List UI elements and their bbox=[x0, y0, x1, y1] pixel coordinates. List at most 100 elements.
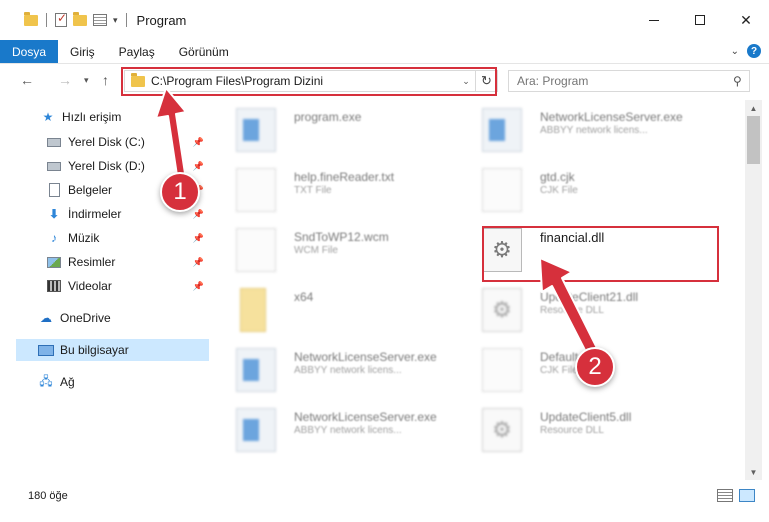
file-type: CJK File bbox=[540, 185, 578, 196]
dll-gear-icon: ⚙ bbox=[482, 408, 522, 452]
tab-share[interactable]: Paylaş bbox=[107, 40, 167, 63]
page-icon bbox=[236, 228, 276, 272]
drive-icon bbox=[46, 158, 62, 174]
tab-file[interactable]: Dosya bbox=[0, 40, 58, 63]
folder-icon bbox=[240, 288, 266, 332]
sidebar-item-label: Hızlı erişim bbox=[62, 110, 122, 124]
sidebar-item-network[interactable]: 🖧 Ağ bbox=[38, 371, 210, 393]
sidebar-item-label: İndirmeler bbox=[68, 207, 122, 221]
pin-icon: 📌 bbox=[192, 160, 204, 171]
dll-gear-icon: ⚙ bbox=[482, 288, 522, 332]
scroll-down-arrow-icon[interactable]: ▼ bbox=[745, 464, 762, 480]
vertical-scrollbar[interactable]: ▲ ▼ bbox=[745, 100, 762, 480]
forward-arrow-icon[interactable]: → bbox=[58, 72, 72, 88]
tab-view[interactable]: Görünüm bbox=[167, 40, 241, 63]
document-icon bbox=[46, 182, 62, 198]
step-2-badge: 2 bbox=[575, 347, 615, 387]
sidebar-item-label: Resimler bbox=[68, 255, 116, 269]
expand-ribbon-chevron-icon[interactable]: ⌄ bbox=[731, 46, 739, 57]
file-item[interactable]: help.fineReader.txt TXT File bbox=[214, 160, 454, 216]
sidebar-item-videos[interactable]: Videolar 📌 bbox=[46, 275, 210, 297]
toolbar-divider bbox=[46, 13, 47, 27]
program-icon bbox=[236, 108, 276, 152]
file-item[interactable]: x64 bbox=[214, 280, 454, 336]
sidebar-item-this-pc[interactable]: Bu bilgisayar bbox=[16, 339, 209, 361]
search-input[interactable] bbox=[517, 74, 733, 88]
back-arrow-icon[interactable]: ← bbox=[20, 72, 34, 88]
properties-check-icon[interactable] bbox=[55, 11, 67, 27]
file-type: Resource DLL bbox=[540, 305, 604, 316]
sidebar-item-quick-access[interactable]: ★ Hızlı erişim bbox=[40, 106, 210, 128]
close-button[interactable]: ✕ bbox=[723, 0, 769, 40]
file-type: TXT File bbox=[294, 185, 332, 196]
sidebar-item-pictures[interactable]: Resimler 📌 bbox=[46, 251, 210, 273]
customize-toolbar-chevron-icon[interactable]: ▾ bbox=[113, 15, 118, 26]
file-item[interactable]: NetworkLicenseServer.exe ABBYY network l… bbox=[214, 340, 454, 396]
file-type: Resource DLL bbox=[540, 425, 604, 436]
file-type: ABBYY network licens... bbox=[294, 425, 402, 436]
minimize-button[interactable] bbox=[631, 0, 677, 40]
file-name: x64 bbox=[294, 290, 314, 304]
file-item[interactable]: NetworkLicenseServer.exe ABBYY network l… bbox=[460, 100, 700, 156]
tab-home[interactable]: Giriş bbox=[58, 40, 107, 63]
recent-locations-chevron-icon[interactable]: ▾ bbox=[84, 75, 89, 86]
page-icon bbox=[482, 348, 522, 392]
pin-icon: 📌 bbox=[192, 136, 204, 147]
file-item[interactable]: ⚙ UpdateClient5.dll Resource DLL bbox=[460, 400, 700, 456]
file-name: NetworkLicenseServer.exe bbox=[294, 350, 437, 364]
sidebar-item-onedrive[interactable]: ☁ OneDrive bbox=[38, 307, 210, 329]
drive-icon bbox=[46, 134, 62, 150]
sidebar-item-label: Yerel Disk (D:) bbox=[68, 159, 145, 173]
navigation-pane: ★ Hızlı erişim Yerel Disk (C:) 📌 Yerel D… bbox=[0, 100, 212, 480]
close-icon: ✕ bbox=[740, 11, 752, 28]
pin-icon: 📌 bbox=[192, 256, 204, 267]
file-name: NetworkLicenseServer.exe bbox=[540, 110, 683, 124]
item-count: 180 öğe bbox=[28, 490, 68, 502]
pin-icon: 📌 bbox=[192, 232, 204, 243]
music-icon: ♪ bbox=[51, 231, 57, 245]
pin-icon: 📌 bbox=[192, 208, 204, 219]
help-icon[interactable]: ? bbox=[747, 44, 761, 58]
file-name: gtd.cjk bbox=[540, 170, 575, 184]
file-name: NetworkLicenseServer.exe bbox=[294, 410, 437, 424]
details-view-icon[interactable] bbox=[717, 489, 733, 502]
download-icon: ⬇ bbox=[48, 207, 60, 221]
file-name: help.fineReader.txt bbox=[294, 170, 395, 184]
file-item[interactable]: gtd.cjk CJK File bbox=[460, 160, 700, 216]
app-icon bbox=[236, 348, 276, 392]
sidebar-item-music[interactable]: ♪ Müzik 📌 bbox=[46, 227, 210, 249]
file-item[interactable]: program.exe bbox=[214, 100, 454, 156]
file-type: ABBYY network licens... bbox=[540, 125, 648, 136]
search-icon[interactable]: ⚲ bbox=[733, 74, 749, 88]
cloud-icon: ☁ bbox=[40, 311, 52, 325]
scroll-thumb[interactable] bbox=[747, 116, 760, 164]
file-item[interactable]: NetworkLicenseServer.exe ABBYY network l… bbox=[214, 400, 454, 456]
file-name: SndToWP12.wcm bbox=[294, 230, 389, 244]
maximize-button[interactable] bbox=[677, 0, 723, 40]
file-type: ABBYY network licens... bbox=[294, 365, 402, 376]
sidebar-item-local-disk-c[interactable]: Yerel Disk (C:) 📌 bbox=[46, 131, 210, 153]
large-icons-view-icon[interactable] bbox=[739, 489, 755, 502]
maximize-icon bbox=[695, 15, 705, 25]
sidebar-item-label: Bu bilgisayar bbox=[60, 343, 129, 357]
search-box[interactable]: ⚲ bbox=[508, 70, 750, 92]
sidebar-item-label: Ağ bbox=[60, 375, 75, 389]
sidebar-item-label: Yerel Disk (C:) bbox=[68, 135, 145, 149]
pin-icon: 📌 bbox=[192, 280, 204, 291]
scroll-up-arrow-icon[interactable]: ▲ bbox=[745, 100, 762, 116]
page-icon bbox=[482, 168, 522, 212]
file-item[interactable]: SndToWP12.wcm WCM File bbox=[214, 220, 454, 276]
videos-icon bbox=[46, 278, 62, 294]
ribbon-tabs: Dosya Giriş Paylaş Görünüm ⌄ ? bbox=[0, 40, 769, 64]
window-title: Program bbox=[136, 12, 187, 28]
folder-icon bbox=[24, 11, 38, 26]
up-arrow-icon[interactable]: ↑ bbox=[102, 72, 109, 88]
properties-icon[interactable] bbox=[93, 14, 107, 26]
app-icon bbox=[236, 408, 276, 452]
file-name: program.exe bbox=[294, 110, 362, 124]
computer-icon bbox=[38, 342, 54, 358]
file-item[interactable]: ⚙ UpdateClient21.dll Resource DLL bbox=[460, 280, 700, 336]
file-list: program.exe NetworkLicenseServer.exe ABB… bbox=[214, 100, 744, 480]
quick-access-toolbar: ▾ bbox=[24, 11, 129, 27]
new-folder-icon[interactable] bbox=[73, 11, 87, 26]
